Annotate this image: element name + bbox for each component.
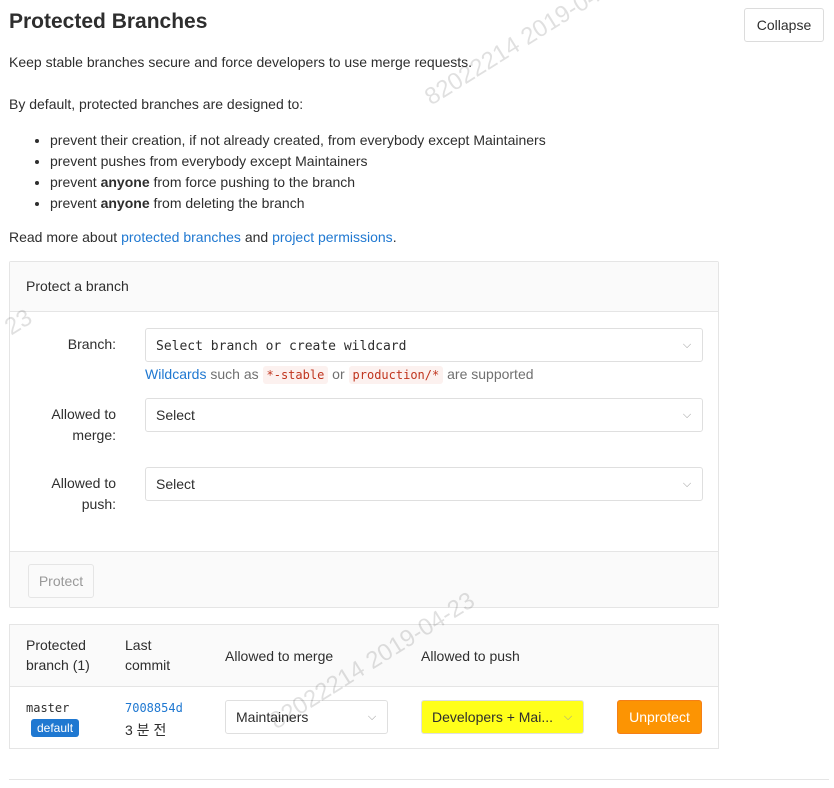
allowed-to-push-select[interactable]: Select ⌵ (145, 467, 703, 501)
push-access-dropdown[interactable]: Developers + Mai... ⌵ (421, 700, 584, 734)
chevron-down-icon: ⌵ (367, 711, 377, 723)
intro-text: By default, protected branches are desig… (9, 96, 304, 112)
project-permissions-link[interactable]: project permissions (272, 229, 393, 245)
chevron-down-icon: ⌵ (682, 339, 692, 351)
code-production: production/* (348, 366, 444, 384)
protected-branches-table: Protected branch (1) Last commit Allowed… (9, 624, 719, 749)
protect-branch-card: Protect a branch Branch: Select branch o… (9, 261, 719, 608)
commit-time: 3 분 전 (125, 722, 167, 738)
section-header: Protected Branches Keep stable branches … (9, 8, 824, 70)
unprotect-button[interactable]: Unprotect (617, 700, 702, 734)
merge-access-dropdown[interactable]: Maintainers ⌵ (225, 700, 388, 734)
protect-button[interactable]: Protect (28, 564, 94, 598)
col-allowed-to-push: Allowed to push (421, 648, 520, 664)
default-rules-list: prevent their creation, if not already c… (30, 130, 546, 214)
card-heading: Protect a branch (10, 262, 718, 312)
page-subtitle: Keep stable branches secure and force de… (9, 54, 473, 70)
col-protected-branch: Protected branch (1) (26, 637, 90, 673)
push-label: Allowed to push: (51, 475, 116, 512)
card-footer: Protect (10, 551, 718, 607)
read-more-text: Read more about protected branches and p… (9, 229, 397, 245)
merge-label: Allowed to merge: (51, 406, 116, 443)
list-item: prevent anyone from force pushing to the… (50, 172, 546, 193)
branch-select[interactable]: Select branch or create wildcard ⌵ (145, 328, 703, 362)
col-last-commit: Last commit (125, 637, 171, 673)
commit-sha-link[interactable]: 7008854d (125, 701, 183, 715)
table-header: Protected branch (1) Last commit Allowed… (10, 625, 718, 687)
allowed-to-merge-select[interactable]: Select ⌵ (145, 398, 703, 432)
divider (9, 779, 829, 780)
list-item: prevent their creation, if not already c… (50, 130, 546, 151)
chevron-down-icon: ⌵ (682, 409, 692, 421)
code-stable: *-stable (262, 366, 329, 384)
col-allowed-to-merge: Allowed to merge (225, 648, 334, 664)
branch-label: Branch: (67, 336, 116, 352)
protected-branches-link[interactable]: protected branches (121, 229, 241, 245)
branch-name: master (26, 701, 70, 715)
wildcard-help: Wildcards such as *-stable or production… (145, 366, 534, 384)
list-item: prevent pushes from everybody except Mai… (50, 151, 546, 172)
chevron-down-icon: ⌵ (563, 711, 573, 723)
table-row: master default 7008854d 3 분 전 Maintainer… (10, 687, 718, 749)
page-title: Protected Branches (9, 10, 208, 33)
collapse-button[interactable]: Collapse (744, 8, 824, 42)
branch-select-placeholder: Select branch or create wildcard (156, 339, 407, 354)
default-badge: default (31, 719, 80, 737)
chevron-down-icon: ⌵ (682, 478, 692, 490)
list-item: prevent anyone from deleting the branch (50, 193, 546, 214)
wildcards-link[interactable]: Wildcards (145, 366, 206, 382)
